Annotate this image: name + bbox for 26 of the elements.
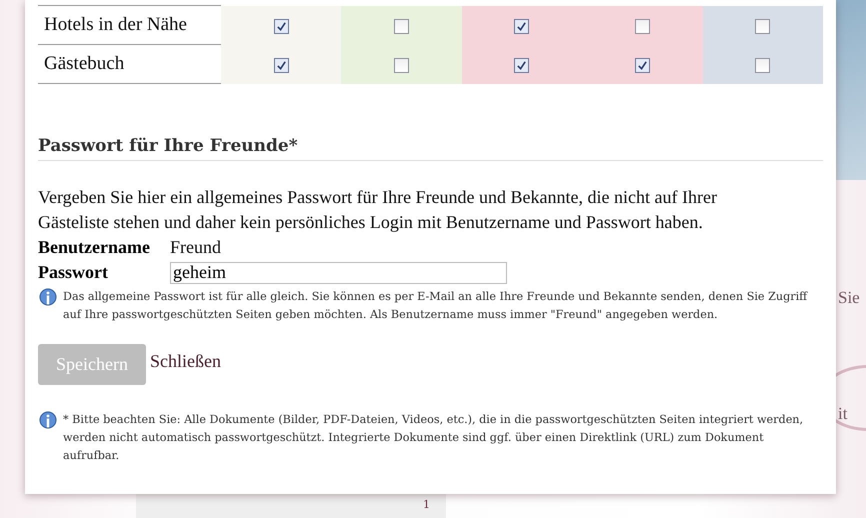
- checkbox[interactable]: [394, 18, 409, 34]
- checkbox[interactable]: [634, 58, 650, 73]
- field-label: Passwort: [38, 262, 109, 283]
- checkbox[interactable]: [514, 58, 530, 73]
- page-number[interactable]: 1: [423, 498, 430, 511]
- password-field[interactable]: geheim: [170, 262, 507, 284]
- info-icon: [38, 411, 58, 431]
- username-value: Freund: [170, 237, 221, 258]
- info-text: Das allgemeine Passwort ist für alle gleich. Sie können es per E-Mail an alle Ihre Freunde und Bekannte senden, denen Sie Zugriff auf Ihre passwortgeschützten Seiten geben möchten. Als Benutzername muss immer "Freund" angegeben werden.: [63, 289, 808, 323]
- background-text: Sie: [838, 288, 860, 308]
- row-label: Hotels in der Nähe: [38, 6, 221, 44]
- checkbox[interactable]: [755, 18, 770, 34]
- description-text: Vergeben Sie hier ein allgemeines Passwort für Ihre Freunde und Bekannte, die nicht auf Ihrer Gästeliste stehen und daher kein persönliches Login mit Benutzername und Passwort haben.: [38, 186, 718, 234]
- row-label: Gästebuch: [38, 44, 221, 84]
- checkbox[interactable]: [394, 58, 409, 73]
- checkbox[interactable]: [634, 18, 650, 34]
- close-link[interactable]: Schließen: [150, 351, 221, 372]
- checkbox[interactable]: [755, 58, 770, 73]
- checkbox[interactable]: [274, 58, 289, 73]
- checkbox[interactable]: [514, 18, 530, 34]
- checkbox[interactable]: [274, 18, 289, 34]
- background-text: it: [838, 404, 848, 424]
- info-icon: [38, 288, 58, 308]
- field-label: Benutzername: [38, 237, 151, 258]
- section-heading: Passwort für Ihre Freunde*: [38, 136, 823, 161]
- footnote-text: * Bitte beachten Sie: Alle Dokumente (Bilder, PDF-Dateien, Videos, etc.), die in die passwortgeschützten Seiten integriert werden, werden nicht automatisch passwortgeschützt. Integrierte Dokumente sind ggf. über einen Direktlink (URL) zum Dokument aufrufbar.: [63, 412, 804, 464]
